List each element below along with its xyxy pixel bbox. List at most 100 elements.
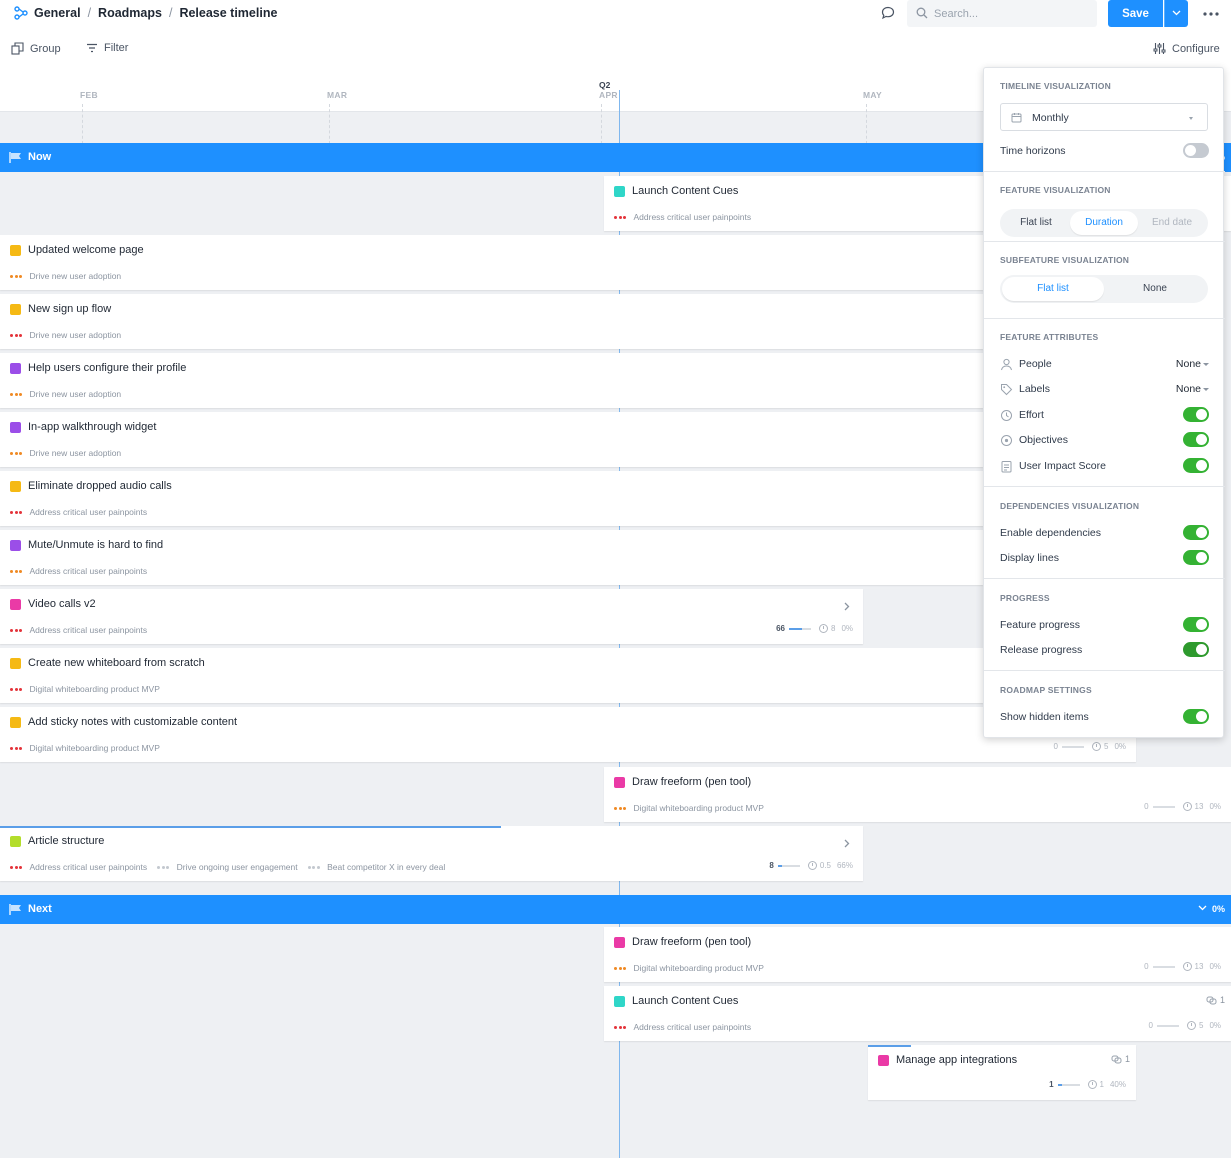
month-gridline: [329, 104, 330, 144]
feature-card[interactable]: Launch Content Cues Address critical user…: [604, 986, 1231, 1041]
feature-progress-bar: [868, 1045, 911, 1047]
feature-progress-label: Feature progress: [1000, 619, 1080, 631]
objective-tag[interactable]: Address critical user painpoints: [614, 212, 751, 222]
group-label: Next: [28, 903, 52, 915]
feature-card[interactable]: Eliminate dropped audio calls Address cri…: [0, 471, 983, 526]
objective-dots-icon: [10, 569, 24, 573]
release-progress-toggle[interactable]: [1183, 642, 1209, 657]
timeline-select[interactable]: Monthly: [1000, 103, 1208, 131]
attr-labels-label: Labels: [1019, 383, 1050, 395]
clock-icon: [1001, 409, 1012, 421]
chevron-right-icon[interactable]: [844, 839, 850, 848]
objective-tag[interactable]: Digital whiteboarding product MVP: [10, 684, 160, 694]
effort-value: 13: [1194, 962, 1204, 971]
month-label: FEB: [80, 90, 98, 100]
feature-option-flat-list[interactable]: Flat list: [1002, 211, 1070, 235]
attr-impact-toggle[interactable]: [1183, 458, 1209, 473]
month-label: MAY: [863, 90, 883, 100]
tag-icon: [1001, 383, 1013, 395]
feature-card[interactable]: Updated welcome page Drive new user adopt…: [0, 235, 983, 290]
target-icon: [1001, 434, 1012, 446]
save-button[interactable]: Save: [1108, 0, 1163, 27]
objective-tag[interactable]: Drive new user adoption: [10, 330, 121, 340]
configure-button[interactable]: Configure: [1153, 42, 1220, 55]
feature-card[interactable]: Manage app integrations 1 1 1 40%: [868, 1045, 1136, 1100]
feature-card[interactable]: Draw freeform (pen tool) Digital whiteboa…: [604, 927, 1231, 982]
save-dropdown-button[interactable]: [1164, 0, 1188, 27]
attr-labels-select[interactable]: None: [1176, 383, 1201, 395]
attr-effort-toggle[interactable]: [1183, 407, 1209, 422]
feature-title: In-app walkthrough widget: [28, 421, 157, 433]
dependencies-number: 1: [1219, 995, 1225, 1005]
feature-card[interactable]: Draw freeform (pen tool) Digital whiteboa…: [604, 767, 1231, 822]
objective-tag[interactable]: Drive new user adoption: [10, 448, 121, 458]
feature-option-end-date[interactable]: End date: [1138, 211, 1206, 235]
feature-card[interactable]: New sign up flow Drive new user adoption: [0, 294, 983, 349]
chevron-down-icon[interactable]: [1198, 905, 1207, 911]
objective-tag[interactable]: Drive new user adoption: [10, 271, 121, 281]
search-input[interactable]: [934, 4, 1084, 23]
progress-percent: 0%: [1209, 962, 1221, 971]
objective-dots-icon: [10, 746, 24, 750]
feature-card[interactable]: Create new whiteboard from scratch Digita…: [0, 648, 983, 703]
objective-tag[interactable]: Drive new user adoption: [10, 389, 121, 399]
objective-label: Address critical user painpoints: [633, 212, 752, 222]
dependencies-count[interactable]: 1: [1111, 1054, 1130, 1064]
status-color-swatch: [614, 186, 625, 197]
feature-metrics: 66 8 0%: [776, 624, 853, 633]
breadcrumb-release-timeline: Release timeline: [179, 6, 278, 20]
comment-icon[interactable]: [881, 6, 895, 20]
subfeature-option-none[interactable]: None: [1104, 277, 1206, 301]
impact-score: 0: [1053, 742, 1058, 751]
objective-tag[interactable]: Digital whiteboarding product MVP: [614, 803, 764, 813]
attr-people-select[interactable]: None: [1176, 358, 1201, 370]
feature-card[interactable]: Video calls v2 Address critical user pain…: [0, 589, 863, 644]
feature-metrics: 0 5 0%: [1149, 1021, 1221, 1030]
breadcrumb-general[interactable]: General: [34, 6, 81, 20]
filter-button[interactable]: Filter: [86, 42, 128, 54]
deps-lines-row: Display lines: [1000, 549, 1209, 567]
deps-enable-toggle[interactable]: [1183, 525, 1209, 540]
subfeature-option-flat-list[interactable]: Flat list: [1002, 277, 1104, 301]
objectives-row: Drive new user adoption: [10, 448, 131, 458]
objectives-row: Digital whiteboarding product MVP: [614, 803, 774, 813]
show-hidden-toggle[interactable]: [1183, 709, 1209, 724]
attr-objectives-toggle[interactable]: [1183, 432, 1209, 447]
feature-card[interactable]: Mute/Unmute is hard to find Address criti…: [0, 530, 983, 585]
objective-tag[interactable]: Address critical user painpoints: [10, 566, 147, 576]
group-button[interactable]: Group: [11, 42, 61, 55]
feature-card[interactable]: Help users configure their profile Drive …: [0, 353, 983, 408]
search-box[interactable]: [907, 0, 1097, 27]
release-progress-label: Release progress: [1000, 644, 1083, 656]
time-horizons-toggle[interactable]: [1183, 143, 1209, 158]
objective-tag[interactable]: Address critical user painpoints: [10, 625, 147, 635]
objective-tag[interactable]: Address critical user painpoints: [10, 862, 147, 872]
more-options-icon[interactable]: [1203, 12, 1219, 16]
effort-value: 5: [1198, 1021, 1204, 1030]
objective-tag[interactable]: Digital whiteboarding product MVP: [614, 963, 764, 973]
feature-card[interactable]: Article structure Address critical user p…: [0, 826, 863, 881]
dependencies-count[interactable]: 1: [1206, 995, 1225, 1005]
group-label: Group: [30, 42, 61, 55]
objective-tag[interactable]: Digital whiteboarding product MVP: [10, 743, 160, 753]
feature-card[interactable]: In-app walkthrough widget Drive new user …: [0, 412, 983, 467]
feature-card[interactable]: Add sticky notes with customizable conte…: [0, 707, 1136, 762]
objective-tag[interactable]: Address critical user painpoints: [614, 1022, 751, 1032]
effort-value: 8: [830, 624, 836, 633]
objective-tag[interactable]: Address critical user painpoints: [10, 507, 147, 517]
chevron-right-icon[interactable]: [844, 602, 850, 611]
deps-lines-toggle[interactable]: [1183, 550, 1209, 565]
attr-effort-row: Effort: [1000, 406, 1209, 424]
section-title: ROADMAP SETTINGS: [1000, 685, 1092, 695]
objective-tag[interactable]: Beat competitor X in every deal: [307, 862, 445, 872]
objective-label: Address critical user painpoints: [29, 862, 148, 872]
feature-title: Draw freeform (pen tool): [632, 776, 752, 788]
feature-progress-toggle[interactable]: [1183, 617, 1209, 632]
timeline-visualization-section: TIMELINE VISUALIZATION Monthly Time hori…: [984, 68, 1225, 172]
objective-tag[interactable]: Drive ongoing user engagement: [157, 862, 298, 872]
breadcrumb-roadmaps[interactable]: Roadmaps: [98, 6, 162, 20]
group-header-next[interactable]: Next 0%: [0, 895, 1231, 924]
feature-title: Mute/Unmute is hard to find: [28, 539, 164, 551]
dependencies-number: 1: [1124, 1054, 1130, 1064]
feature-option-duration[interactable]: Duration: [1070, 211, 1138, 235]
